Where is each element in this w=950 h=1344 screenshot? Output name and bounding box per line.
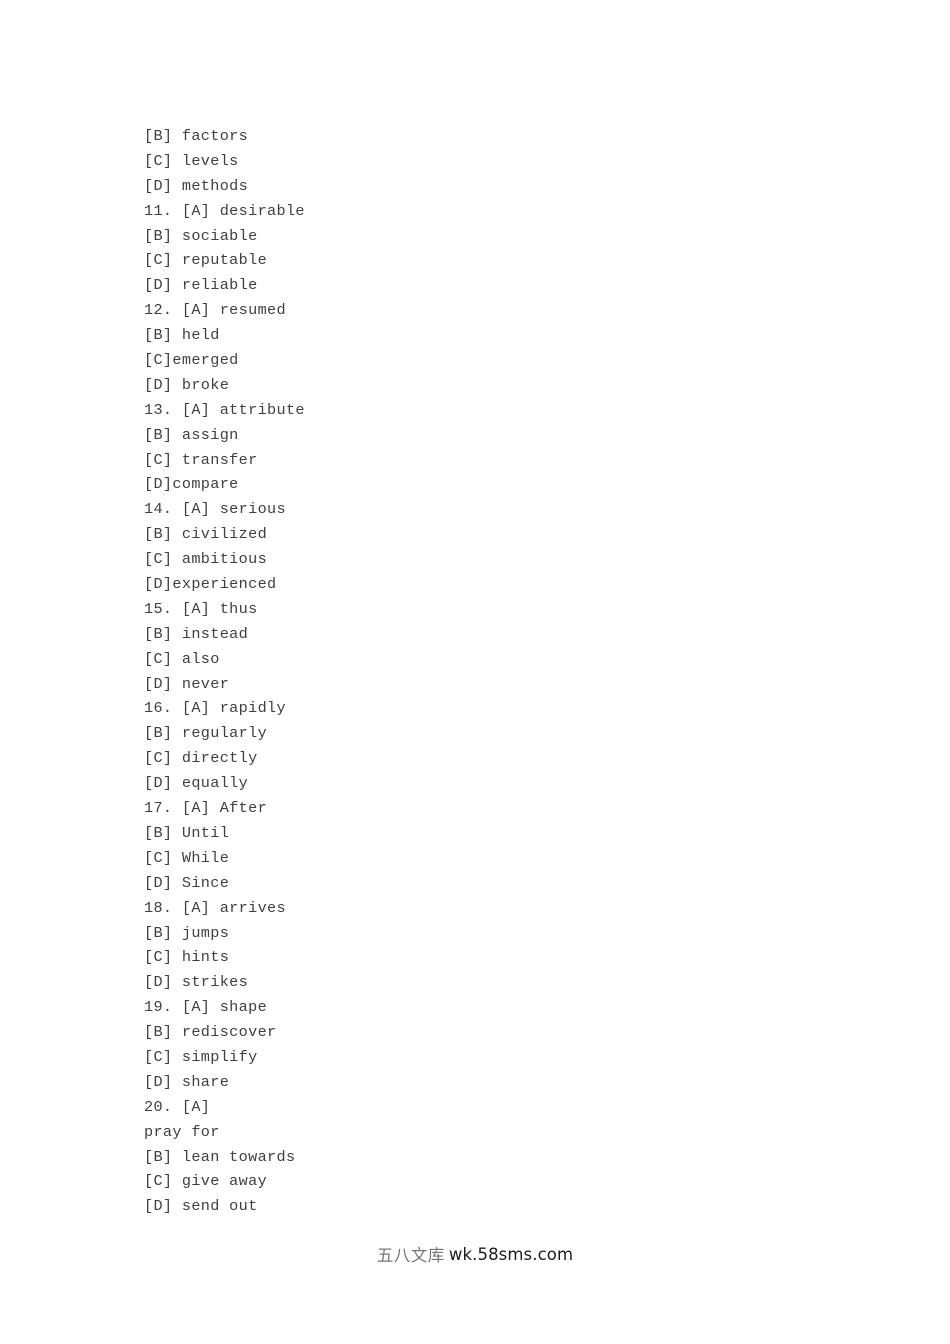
option-line: [B] Until — [144, 823, 230, 842]
option-line: 18. [A] arrives — [144, 898, 286, 917]
option-line: pray for — [144, 1122, 220, 1141]
option-line: [C]emerged — [144, 351, 239, 370]
option-line: 12. [A] resumed — [144, 301, 286, 320]
option-line: [B] assign — [144, 425, 239, 444]
option-line: [B] held — [144, 326, 220, 345]
option-line: [D] broke — [144, 375, 230, 394]
option-line: 17. [A] After — [144, 799, 268, 818]
option-line: [D] never — [144, 674, 230, 693]
option-line: [D]compare — [144, 475, 239, 494]
option-line: [C] reputable — [144, 251, 268, 270]
option-line: 15. [A] thus — [144, 599, 258, 618]
option-line: [C] also — [144, 649, 220, 668]
option-line: [C] hints — [144, 948, 230, 967]
option-line: [C] ambitious — [144, 550, 268, 569]
option-line: 14. [A] serious — [144, 500, 286, 519]
option-line: [C] simplify — [144, 1047, 258, 1066]
watermark-url: wk.58sms.com — [448, 1244, 574, 1264]
option-line: [C] directly — [144, 749, 258, 768]
option-line: [C] give away — [144, 1172, 268, 1191]
option-line: [D] send out — [144, 1197, 258, 1216]
option-line: [C] While — [144, 848, 230, 867]
option-line: [B] regularly — [144, 724, 268, 743]
option-line: 19. [A] shape — [144, 998, 268, 1017]
option-line: [D] reliable — [144, 276, 258, 295]
option-line: [D]experienced — [144, 575, 277, 594]
watermark-site-name: 五八文库 — [376, 1246, 445, 1265]
option-line: 13. [A] attribute — [144, 400, 305, 419]
option-line: [B] jumps — [144, 923, 230, 942]
option-line: [D] share — [144, 1072, 230, 1091]
option-line: [D] strikes — [144, 973, 249, 992]
option-line: [B] factors — [144, 127, 249, 145]
document-page: [B] factors [C] levels [D] methods 11. [A] … — [0, 0, 950, 1344]
option-line: [D] Since — [144, 873, 230, 892]
option-line: 16. [A] rapidly — [144, 699, 286, 718]
option-line: [B] rediscover — [144, 1023, 277, 1042]
option-line: [B] sociable — [144, 226, 258, 245]
option-line: [B] lean towards — [144, 1147, 296, 1166]
option-line: [B] instead — [144, 624, 249, 643]
option-line: [D] equally — [144, 774, 249, 793]
option-line: [B] civilized — [144, 525, 268, 544]
option-line: [C] transfer — [144, 450, 258, 469]
option-line: [C] levels — [144, 151, 239, 170]
option-line: 11. [A] desirable — [144, 201, 305, 220]
multiple-choice-option-list: [B] factors [C] levels [D] methods 11. [A] … — [144, 124, 844, 1219]
watermark: 五八文库 wk.58sms.com — [0, 1242, 950, 1266]
option-line: 20. [A] — [144, 1097, 211, 1116]
option-line: [D] methods — [144, 176, 249, 195]
